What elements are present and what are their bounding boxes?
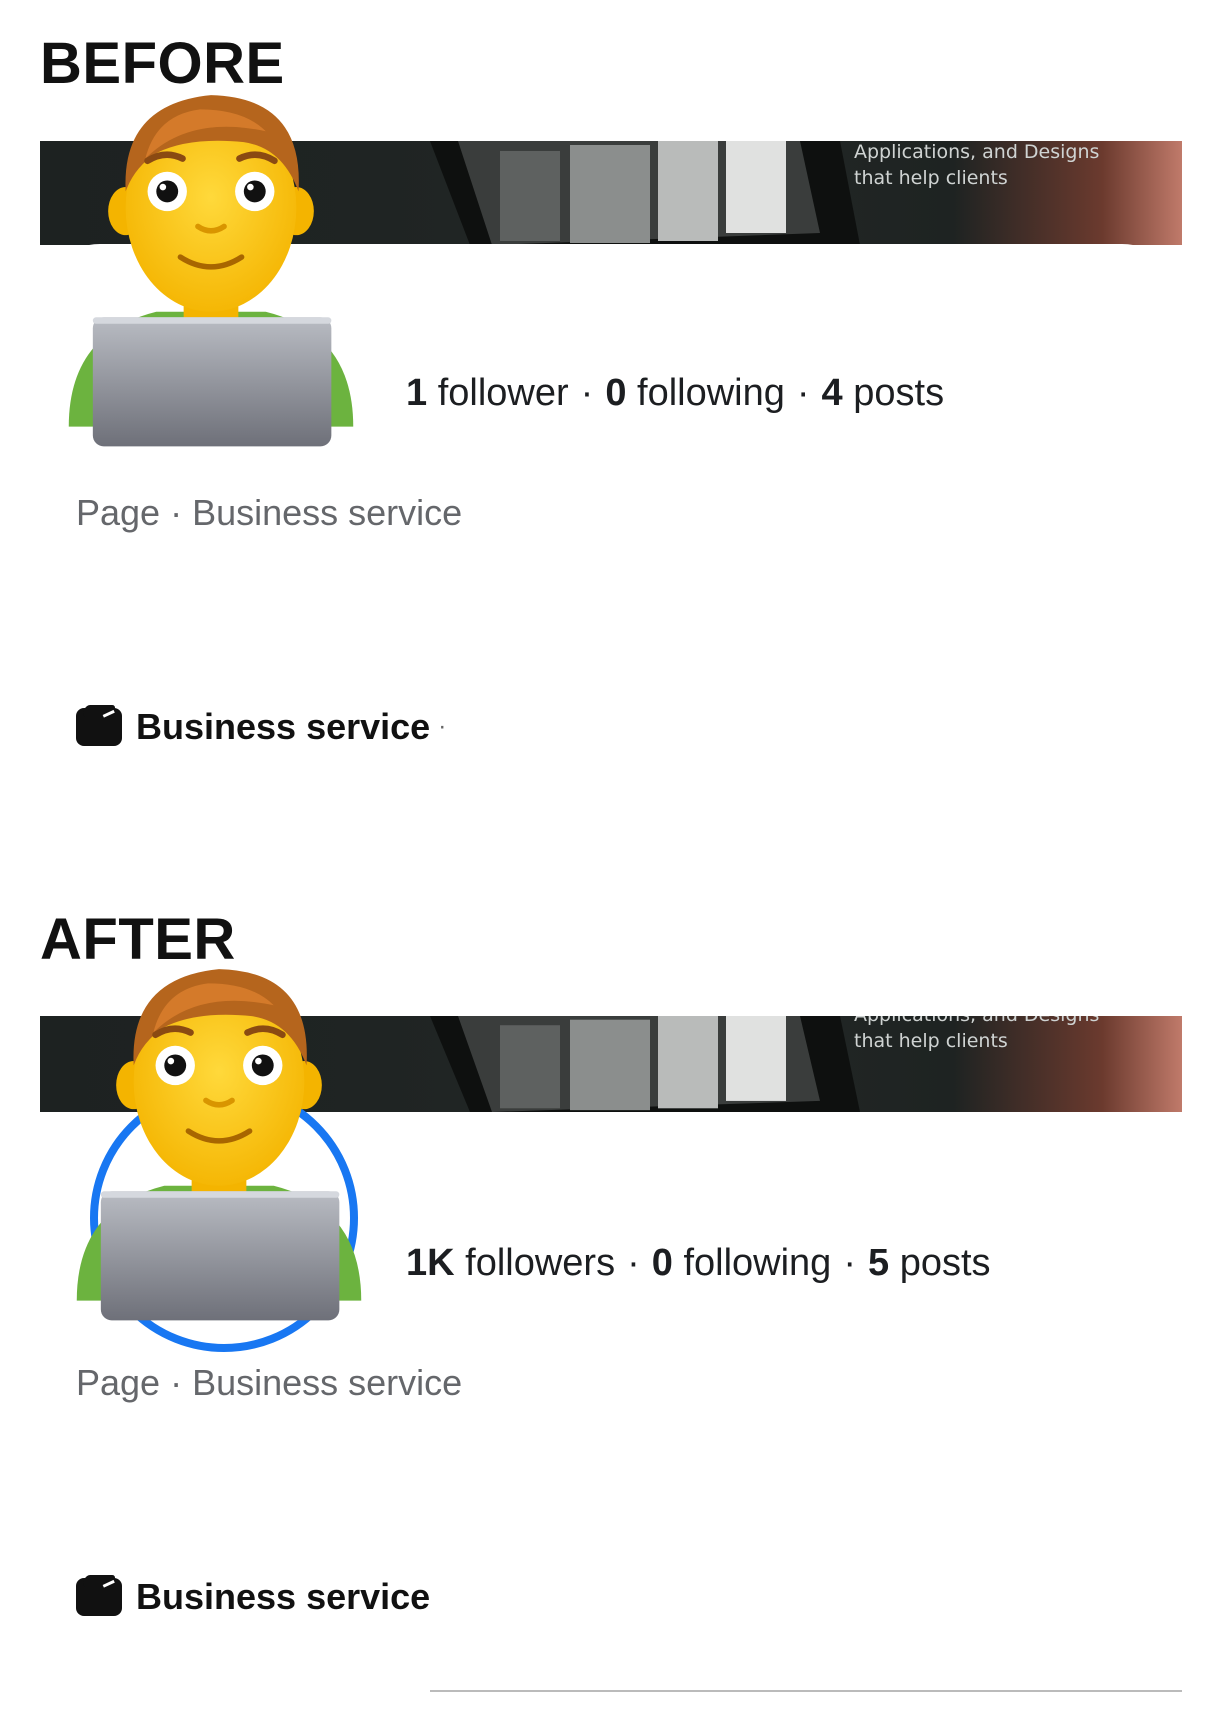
cover-text: Applications, and Designs that help clie… — [854, 141, 1099, 191]
cover-text-line1: Applications, and Designs — [854, 141, 1100, 163]
cover-laptop-image — [430, 1016, 860, 1112]
after-section: AFTER Applications, and Designs that hel… — [0, 870, 1220, 1730]
cover-text-line1: Applications, and Designs — [854, 1016, 1099, 1028]
page-category: Page · Business service — [76, 1362, 463, 1403]
cover-text-line2: that help clients — [854, 167, 1008, 189]
business-service-label: Business service — [136, 706, 431, 747]
man-technologist-emoji-icon — [64, 956, 374, 1328]
cover-laptop-image — [430, 141, 860, 245]
following-link[interactable]: 0 following — [605, 372, 785, 414]
cover-text: Applications, and Designs that help clie… — [854, 1016, 1099, 1054]
clapperboard-icon — [76, 1578, 122, 1616]
trailing-separator: · — [438, 713, 447, 740]
business-service-label: Business service — [136, 1576, 431, 1617]
cover-text-line2: that help clients — [854, 1030, 1008, 1052]
profile-stats: 1 follower · 0 following · 4 posts — [406, 372, 945, 414]
clapperboard-icon — [76, 708, 122, 746]
posts-count: 4 posts — [821, 372, 945, 414]
business-service-row[interactable]: Business service — [76, 1576, 430, 1618]
posts-count: 5 posts — [867, 1242, 991, 1284]
followers-link[interactable]: 1K followers — [406, 1242, 615, 1284]
business-service-row[interactable]: Business service · — [76, 706, 446, 748]
man-technologist-emoji-icon — [56, 82, 366, 454]
followers-link[interactable]: 1 follower — [406, 372, 569, 414]
profile-avatar[interactable] — [56, 82, 366, 454]
before-section: BEFORE Applications, and Designs that he… — [0, 0, 1220, 884]
profile-stats: 1K followers · 0 following · 5 posts — [406, 1242, 991, 1284]
page-category: Page · Business service — [76, 492, 463, 533]
following-link[interactable]: 0 following — [652, 1242, 832, 1284]
profile-avatar[interactable] — [64, 956, 374, 1328]
